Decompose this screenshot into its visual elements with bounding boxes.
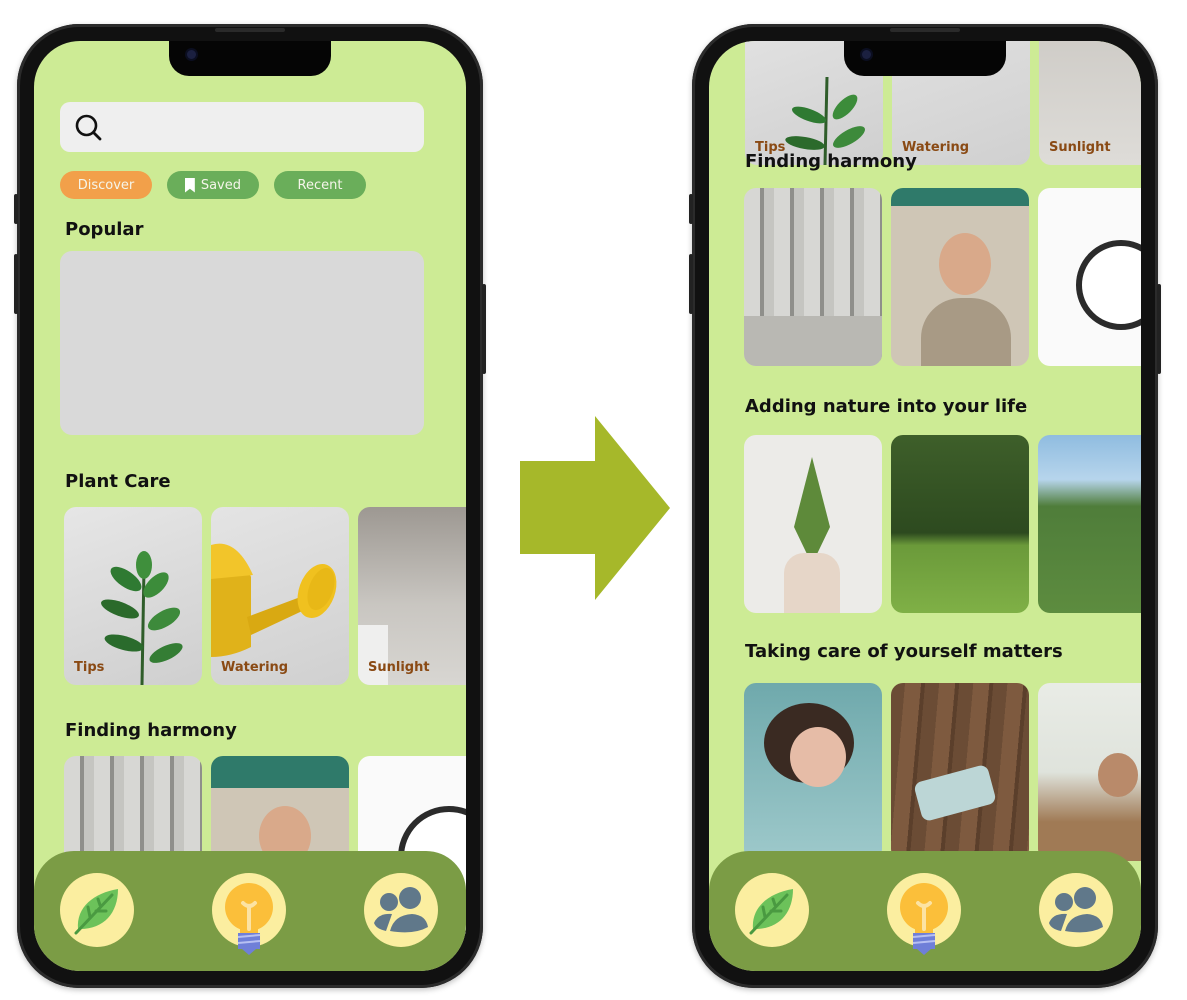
nature-row	[744, 435, 1141, 613]
chip-label: Saved	[200, 177, 241, 193]
nav-leaf-button[interactable]	[735, 873, 809, 947]
nav-community-button[interactable]	[364, 873, 438, 947]
section-title-finding-harmony: Finding harmony	[745, 151, 917, 172]
volume-up-button	[14, 254, 18, 314]
search-bar[interactable]	[60, 102, 424, 152]
chip-recent[interactable]: Recent	[274, 171, 366, 199]
popular-placeholder[interactable]	[60, 251, 424, 435]
card-label: Sunlight	[1049, 140, 1111, 155]
nav-community-button[interactable]	[1039, 873, 1113, 947]
transition-arrow-icon	[520, 416, 670, 600]
card-label: Watering	[221, 660, 289, 675]
front-camera	[862, 50, 871, 59]
self-care-row	[744, 683, 1141, 861]
card-label: Sunlight	[368, 660, 430, 675]
search-icon	[75, 114, 102, 141]
section-title-popular: Popular	[65, 219, 144, 240]
nav-ideas-button[interactable]	[212, 873, 286, 955]
lightbulb-icon	[225, 883, 273, 955]
card-harmony-peace[interactable]	[891, 188, 1029, 366]
card-nature-sapling[interactable]	[744, 435, 882, 613]
lightbulb-icon	[900, 883, 948, 955]
mute-switch	[14, 194, 18, 224]
ground-shape	[744, 316, 882, 366]
screen: Tips Watering Sunlight Finding harmony A…	[709, 41, 1141, 971]
card-label: Tips	[74, 660, 105, 675]
plant-sprig-image	[101, 551, 183, 685]
card-tips[interactable]: Tips	[64, 507, 202, 685]
community-icon	[374, 887, 428, 933]
card-nature-park[interactable]	[891, 435, 1029, 613]
card-nature-camping[interactable]	[1038, 435, 1141, 613]
hand-shape	[784, 553, 840, 613]
leaf-icon	[74, 889, 118, 935]
chip-discover[interactable]: Discover	[60, 171, 152, 199]
notch	[844, 41, 1006, 76]
search-input[interactable]	[112, 110, 416, 146]
chip-label: Recent	[297, 177, 343, 193]
card-selfcare-laptop[interactable]	[1038, 683, 1141, 861]
mask-shape	[913, 763, 997, 823]
harmony-row	[744, 188, 1141, 366]
sunlight-patch	[358, 625, 388, 685]
nav-ideas-button[interactable]	[887, 873, 961, 955]
filter-chips: Discover Saved Recent	[60, 171, 366, 199]
bottom-navigation	[34, 851, 466, 971]
screen: Discover Saved Recent Popular Plant Care…	[34, 41, 466, 971]
body-shape	[921, 298, 1011, 366]
section-title-self-care: Taking care of yourself matters	[745, 641, 1063, 662]
front-camera	[187, 50, 196, 59]
bottom-navigation	[709, 851, 1141, 971]
mute-switch	[689, 194, 693, 224]
face-shape	[790, 727, 846, 787]
card-selfcare-mask[interactable]	[891, 683, 1029, 861]
card-watering[interactable]: Watering	[211, 507, 349, 685]
face-shape	[1098, 753, 1138, 797]
clock-shape	[1076, 240, 1141, 330]
community-icon	[1049, 887, 1103, 933]
section-title-adding-nature: Adding nature into your life	[745, 396, 1028, 417]
sapling-shape	[794, 457, 830, 557]
card-selfcare-sleep[interactable]	[744, 683, 882, 861]
card-sunlight[interactable]: Sunlight	[358, 507, 466, 685]
card-sunlight[interactable]: Sunlight	[1039, 41, 1141, 165]
card-harmony-running[interactable]	[744, 188, 882, 366]
section-title-finding-harmony: Finding harmony	[65, 720, 237, 741]
watering-can-image	[211, 543, 337, 657]
section-title-plant-care: Plant Care	[65, 471, 171, 492]
phone-after: Tips Watering Sunlight Finding harmony A…	[689, 24, 1161, 988]
speaker-grille	[215, 28, 285, 32]
card-harmony-clock[interactable]	[1038, 188, 1141, 366]
phone-before: Discover Saved Recent Popular Plant Care…	[14, 24, 486, 988]
speaker-grille	[890, 28, 960, 32]
chip-saved[interactable]: Saved	[167, 171, 259, 199]
nav-leaf-button[interactable]	[60, 873, 134, 947]
chip-label: Discover	[77, 177, 135, 193]
volume-up-button	[689, 254, 693, 314]
plant-care-row: Tips Watering Sunlight	[64, 507, 466, 685]
power-button	[482, 284, 486, 374]
notch	[169, 41, 331, 76]
leaf-icon	[749, 889, 793, 935]
face-shape	[939, 233, 991, 295]
bookmark-icon	[185, 177, 195, 193]
power-button	[1157, 284, 1161, 374]
